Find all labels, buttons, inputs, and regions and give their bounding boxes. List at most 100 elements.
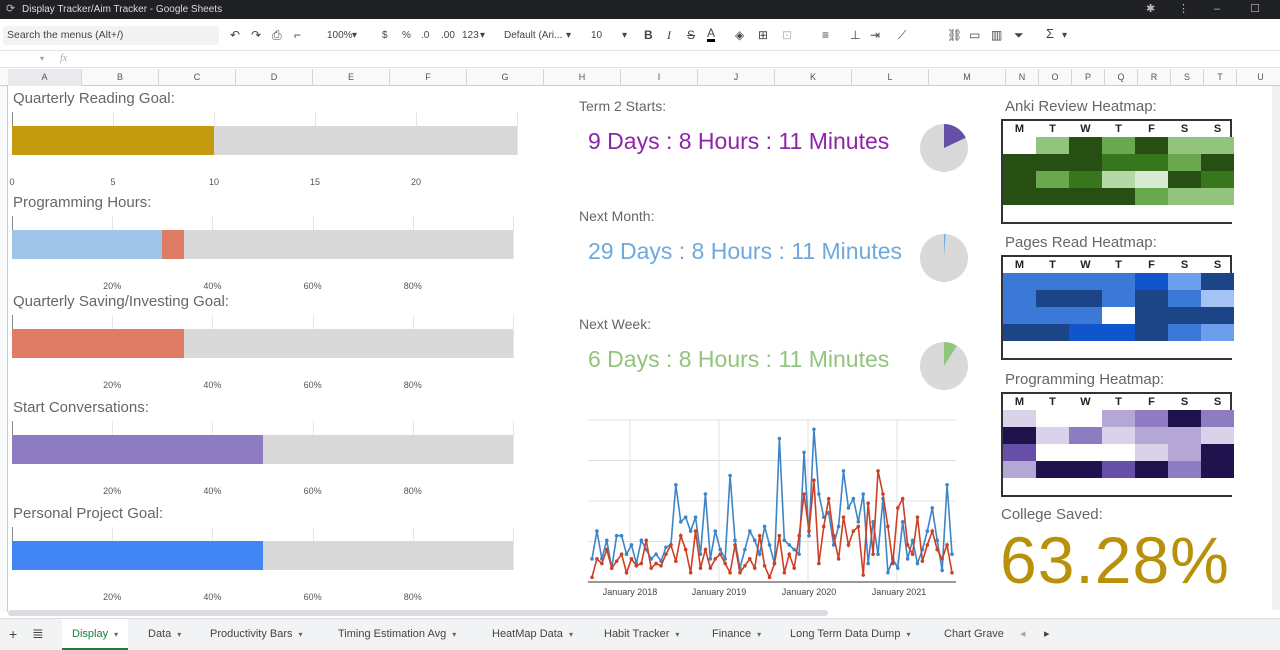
column-header-i[interactable]: I bbox=[621, 69, 698, 86]
chevron-down-icon[interactable]: ▾ bbox=[452, 630, 456, 639]
chevron-down-icon[interactable]: ▾ bbox=[177, 630, 181, 639]
print-icon[interactable]: ⎙ bbox=[272, 28, 282, 42]
column-header-u[interactable]: U bbox=[1237, 69, 1280, 86]
column-header-k[interactable]: K bbox=[775, 69, 852, 86]
chart-point bbox=[846, 506, 851, 510]
column-header-p[interactable]: P bbox=[1072, 69, 1105, 86]
all-sheets-icon[interactable]: ≣ bbox=[32, 625, 44, 642]
sheet-tab[interactable]: Display ▾ bbox=[62, 619, 129, 650]
sheet-canvas[interactable]: Quarterly Reading Goal: 0 5 10 15 20 Programmi… bbox=[8, 86, 1280, 612]
heatmap-cell bbox=[1036, 324, 1069, 341]
chart-point bbox=[634, 564, 639, 568]
chevron-down-icon[interactable]: ▾ bbox=[906, 630, 910, 639]
merge-cells-icon[interactable]: ⊡ bbox=[782, 28, 792, 42]
horizontal-scrollbar[interactable] bbox=[8, 610, 828, 616]
chevron-down-icon[interactable]: ▾ bbox=[40, 54, 44, 63]
text-rotation-icon[interactable]: ⟋ bbox=[898, 28, 906, 42]
column-header-s[interactable]: S bbox=[1171, 69, 1204, 86]
column-header-b[interactable]: B bbox=[82, 69, 159, 86]
heatmap-cell bbox=[1168, 307, 1201, 324]
column-header-r[interactable]: R bbox=[1138, 69, 1171, 86]
chart-point bbox=[664, 545, 668, 550]
vertical-scrollbar[interactable] bbox=[1272, 86, 1280, 610]
chevron-down-icon[interactable]: ▾ bbox=[569, 630, 573, 639]
filter-icon[interactable]: ⏷ bbox=[1014, 28, 1024, 42]
scroll-tabs-right-icon[interactable]: ▸ bbox=[1044, 627, 1050, 640]
scroll-tabs-left-icon[interactable]: ◂ bbox=[1020, 627, 1026, 640]
zoom-select[interactable]: 100% bbox=[327, 29, 353, 43]
align-left-icon[interactable]: ≡ bbox=[822, 28, 829, 42]
chart-point bbox=[886, 524, 890, 529]
column-header-g[interactable]: G bbox=[467, 69, 544, 86]
add-sheet-icon[interactable]: + bbox=[9, 626, 17, 642]
column-header-h[interactable]: H bbox=[544, 69, 621, 86]
percent-button[interactable]: % bbox=[402, 29, 411, 43]
bold-button[interactable]: B bbox=[644, 28, 653, 42]
chart-point bbox=[895, 566, 900, 570]
chevron-down-icon[interactable]: ▾ bbox=[757, 630, 761, 639]
sheet-tab[interactable]: Finance ▾ bbox=[702, 619, 771, 650]
heatmap-cell bbox=[1135, 478, 1168, 495]
borders-icon[interactable]: ⊞ bbox=[758, 28, 768, 42]
sheet-tab[interactable]: Timing Estimation Avg ▾ bbox=[328, 619, 466, 650]
more-formats-button[interactable]: 123 bbox=[462, 29, 479, 43]
column-header-j[interactable]: J bbox=[698, 69, 775, 86]
chevron-down-icon[interactable]: ▾ bbox=[675, 630, 679, 639]
chevron-down-icon[interactable]: ▾ bbox=[299, 630, 303, 639]
column-header-e[interactable]: E bbox=[313, 69, 390, 86]
countdown-label: Term 2 Starts: bbox=[579, 98, 667, 114]
search-menus-input[interactable]: Search the menus (Alt+/) bbox=[3, 26, 219, 45]
sheet-tab[interactable]: Productivity Bars ▾ bbox=[200, 619, 313, 650]
fill-color-icon[interactable]: ◈ bbox=[735, 28, 744, 42]
sheet-tab[interactable]: Long Term Data Dump ▾ bbox=[780, 619, 920, 650]
text-color-button[interactable]: A bbox=[707, 27, 716, 42]
column-header-n[interactable]: N bbox=[1006, 69, 1039, 86]
font-size-select[interactable]: 10 bbox=[591, 29, 602, 43]
column-header-o[interactable]: O bbox=[1039, 69, 1072, 86]
chart-point bbox=[945, 483, 949, 487]
kebab-menu-icon[interactable]: ⋮ bbox=[1178, 0, 1189, 19]
heatmap-cell bbox=[1201, 137, 1234, 154]
column-header-a[interactable]: A bbox=[8, 69, 82, 86]
paint-format-icon[interactable]: ⌐ bbox=[294, 28, 301, 42]
minimize-icon[interactable]: – bbox=[1214, 0, 1220, 19]
countdown-value: 9 Days : 8 Hours : 11 Minutes bbox=[588, 128, 890, 154]
chart-x-tick-label: January 2021 bbox=[872, 587, 927, 597]
currency-button[interactable]: $ bbox=[382, 29, 388, 43]
progress-tick-label: 80% bbox=[403, 281, 422, 291]
column-header-t[interactable]: T bbox=[1204, 69, 1237, 86]
vertical-align-icon[interactable]: ⊥ bbox=[850, 28, 860, 42]
column-header-c[interactable]: C bbox=[159, 69, 236, 86]
font-select[interactable]: Default (Ari... bbox=[504, 29, 562, 43]
functions-button[interactable]: Σ bbox=[1046, 27, 1054, 41]
column-header-m[interactable]: M bbox=[929, 69, 1006, 86]
reload-icon[interactable]: ⟳ bbox=[6, 0, 15, 19]
undo-icon[interactable]: ↶ bbox=[230, 28, 240, 42]
sheet-tab[interactable]: HeatMap Data ▾ bbox=[482, 619, 583, 650]
comment-icon[interactable]: ▭ bbox=[969, 28, 980, 42]
sheet-tab[interactable]: Chart Grave bbox=[934, 619, 1014, 650]
increase-decimal-button[interactable]: .00 bbox=[441, 29, 455, 43]
column-header-q[interactable]: Q bbox=[1105, 69, 1138, 86]
chart-icon[interactable]: ▥ bbox=[991, 28, 1002, 42]
text-wrap-icon[interactable]: ⇥ bbox=[870, 28, 880, 42]
sheet-tab[interactable]: Habit Tracker ▾ bbox=[594, 619, 689, 650]
sheet-tab-label: Habit Tracker bbox=[604, 628, 670, 640]
column-header-f[interactable]: F bbox=[390, 69, 467, 86]
column-header-l[interactable]: L bbox=[852, 69, 929, 86]
italic-button[interactable]: I bbox=[667, 28, 671, 42]
chart-point bbox=[595, 529, 599, 533]
decrease-decimal-button[interactable]: .0 bbox=[421, 29, 429, 43]
activity-line-chart: January 2018 January 2019 January 2020 Janu… bbox=[588, 419, 956, 597]
redo-icon[interactable]: ↷ bbox=[251, 28, 261, 42]
extension-icon[interactable]: ✱ bbox=[1146, 0, 1155, 19]
maximize-icon[interactable]: ☐ bbox=[1250, 0, 1260, 19]
link-icon[interactable]: ⛓ bbox=[947, 28, 962, 42]
heatmap-cell bbox=[1003, 307, 1036, 324]
sheet-tab[interactable]: Data ▾ bbox=[138, 619, 191, 650]
chart-point bbox=[728, 473, 732, 478]
formula-input[interactable] bbox=[80, 52, 1280, 68]
column-header-d[interactable]: D bbox=[236, 69, 313, 86]
chevron-down-icon[interactable]: ▾ bbox=[114, 630, 118, 639]
strikethrough-button[interactable]: S bbox=[687, 28, 695, 42]
